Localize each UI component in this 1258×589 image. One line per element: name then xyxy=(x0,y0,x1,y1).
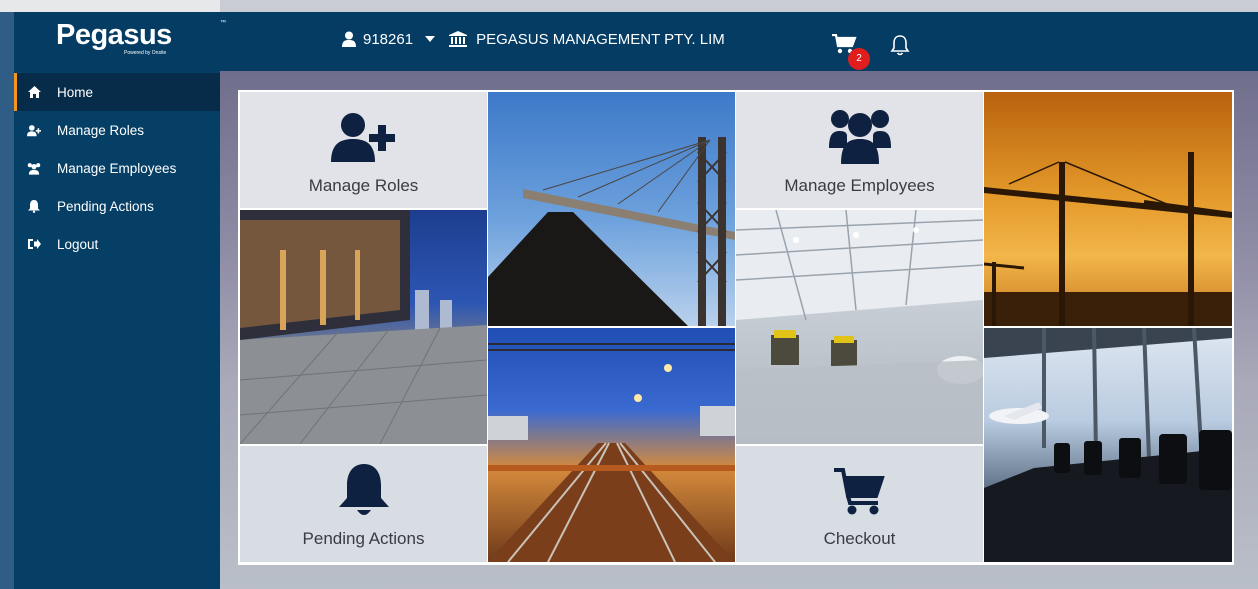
top-header: Pegasus ™ Powered by Onsite 918261 PEGAS… xyxy=(14,12,1258,71)
bell-icon xyxy=(27,199,41,213)
tile-label: Manage Employees xyxy=(784,176,935,195)
account-selector[interactable]: 918261 PEGASUS MANAGEMENT PTY. LIM xyxy=(342,29,725,49)
conveyor-illustration xyxy=(488,137,735,326)
warehouse-photo xyxy=(736,210,983,444)
sidebar-item-label: Logout xyxy=(57,236,99,252)
user-icon xyxy=(342,31,356,47)
sidebar-item-pending-actions[interactable]: Pending Actions xyxy=(14,187,220,225)
brand-trademark: ™ xyxy=(220,20,226,26)
sidebar-item-home[interactable]: Home xyxy=(14,73,220,111)
building-plaza-photo xyxy=(240,210,487,444)
sidebar-item-logout[interactable]: Logout xyxy=(14,225,220,263)
plaza-illustration xyxy=(240,210,487,444)
airport-lounge-photo xyxy=(984,328,1232,562)
sidebar-item-label: Pending Actions xyxy=(57,198,154,214)
page-backdrop-top xyxy=(0,0,220,12)
sidebar-item-manage-employees[interactable]: Manage Employees xyxy=(14,149,220,187)
railway-photo xyxy=(488,328,735,562)
bell-icon xyxy=(338,464,389,515)
tile-label: Manage Roles xyxy=(308,176,419,195)
brand-name: Pegasus xyxy=(56,19,172,51)
manage-employees-tile[interactable]: Manage Employees xyxy=(736,92,983,208)
brand-tagline: Powered by Onsite xyxy=(124,50,167,56)
user-id: 918261 xyxy=(363,30,414,48)
cart-count-badge: 2 xyxy=(848,48,870,70)
checkout-tile[interactable]: Checkout xyxy=(736,446,983,562)
sidebar-item-label: Manage Employees xyxy=(57,160,177,176)
conveyor-photo xyxy=(488,92,735,326)
cart-icon xyxy=(833,468,885,515)
sidebar-item-manage-roles[interactable]: Manage Roles xyxy=(14,111,220,149)
lounge-illustration xyxy=(984,328,1232,562)
pending-actions-tile[interactable]: Pending Actions xyxy=(240,446,487,562)
users-icon xyxy=(27,161,41,175)
tile-grid: Manage Roles Manage Employees Pending Ac… xyxy=(238,90,1234,565)
notifications-bell-icon[interactable] xyxy=(890,34,910,56)
railway-illustration xyxy=(488,343,735,562)
sidebar-nav: Home Manage Roles Manage Employees Pendi… xyxy=(14,71,220,589)
sidebar-item-label: Manage Roles xyxy=(57,122,145,138)
sidebar-item-label: Home xyxy=(57,84,94,100)
app-window: Pegasus ™ Powered by Onsite 918261 PEGAS… xyxy=(14,12,1258,589)
tile-label: Pending Actions xyxy=(302,529,425,548)
home-icon xyxy=(27,85,41,99)
company-name: PEGASUS MANAGEMENT PTY. LIM xyxy=(476,30,725,48)
tile-label: Checkout xyxy=(823,529,896,548)
users-icon xyxy=(828,110,891,164)
construction-cranes-photo xyxy=(984,92,1232,326)
cranes-illustration xyxy=(984,152,1232,326)
warehouse-illustration xyxy=(736,210,983,444)
user-plus-icon xyxy=(330,113,395,162)
sign-out-icon xyxy=(27,237,41,251)
caret-down-icon[interactable] xyxy=(425,36,436,42)
brand-logo[interactable]: Pegasus ™ Powered by Onsite xyxy=(56,19,226,56)
user-plus-icon xyxy=(27,123,41,137)
institution-icon xyxy=(449,31,468,47)
manage-roles-tile[interactable]: Manage Roles xyxy=(240,92,487,208)
main-content: Manage Roles Manage Employees Pending Ac… xyxy=(220,71,1258,589)
